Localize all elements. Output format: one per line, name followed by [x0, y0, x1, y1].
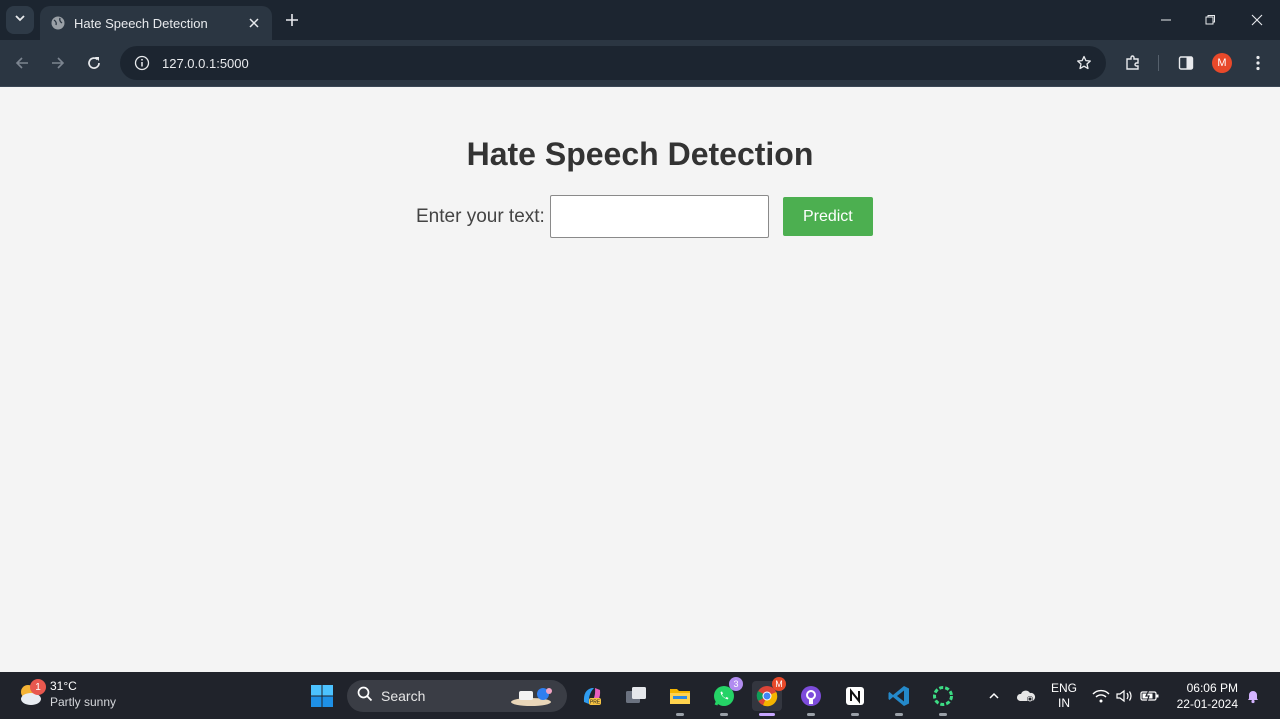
tab-strip: Hate Speech Detection: [0, 0, 1280, 40]
browser-tab-active[interactable]: Hate Speech Detection: [40, 6, 272, 40]
bookmark-star-icon[interactable]: [1074, 53, 1094, 73]
back-button[interactable]: [11, 52, 33, 74]
clock[interactable]: 06:06 PM 22-01-2024: [1170, 680, 1238, 712]
toolbar-divider: [1158, 55, 1159, 71]
more-menu-icon[interactable]: [1247, 52, 1269, 74]
language-code: ENG: [1050, 681, 1077, 695]
weather-temperature: 31°C: [50, 679, 77, 693]
prediction-form: Enter your text: Predict: [416, 195, 873, 238]
partly-sunny-icon: 1: [16, 679, 46, 708]
site-info-icon[interactable]: [132, 53, 152, 73]
windows-start-icon[interactable]: [310, 684, 334, 708]
active-indicator: [759, 713, 775, 716]
tab-search-button[interactable]: [6, 6, 34, 34]
onedrive-icon[interactable]: [1016, 686, 1036, 706]
file-explorer-icon[interactable]: [665, 681, 695, 716]
language-indicator[interactable]: ENG IN: [1048, 681, 1080, 711]
side-panel-icon[interactable]: [1175, 52, 1197, 74]
svg-text:PRE: PRE: [590, 700, 601, 706]
copilot-icon[interactable]: PRE: [577, 681, 607, 711]
chrome-icon[interactable]: M: [752, 677, 786, 716]
search-highlight-illustration: [509, 685, 557, 707]
page-content: Hate Speech Detection Enter your text: P…: [0, 88, 1280, 672]
whatsapp-badge: 3: [729, 677, 743, 691]
address-bar[interactable]: 127.0.0.1:5000: [120, 46, 1106, 80]
github-desktop-icon[interactable]: [796, 681, 826, 716]
restore-button[interactable]: [1198, 8, 1222, 32]
reload-button[interactable]: [83, 52, 105, 74]
search-label: Search: [381, 688, 426, 704]
search-icon: [357, 686, 373, 707]
battery-charging-icon[interactable]: [1140, 686, 1160, 706]
new-tab-button[interactable]: [282, 10, 302, 30]
close-tab-icon[interactable]: [246, 15, 262, 31]
notification-bell-icon[interactable]: [1243, 686, 1263, 706]
url-text: 127.0.0.1:5000: [162, 55, 249, 71]
show-hidden-icons-chevron-icon[interactable]: [984, 686, 1004, 706]
close-window-button[interactable]: [1245, 8, 1269, 32]
running-indicator: [939, 713, 947, 716]
vscode-icon[interactable]: [884, 681, 914, 716]
chevron-down-icon: [14, 11, 26, 29]
browser-toolbar: 127.0.0.1:5000 M: [0, 40, 1280, 87]
loading-app-icon[interactable]: [928, 681, 958, 716]
minimize-button[interactable]: [1154, 8, 1178, 32]
clock-date: 22-01-2024: [1176, 697, 1238, 711]
notion-icon[interactable]: [840, 681, 870, 716]
taskbar-search[interactable]: Search: [347, 680, 567, 712]
running-indicator: [895, 713, 903, 716]
globe-icon: [50, 15, 66, 31]
profile-avatar[interactable]: M: [1212, 53, 1232, 73]
weather-widget[interactable]: 1 31°C Partly sunny: [16, 678, 116, 710]
task-view-icon[interactable]: [621, 681, 651, 711]
running-indicator: [807, 713, 815, 716]
page-title: Hate Speech Detection: [466, 136, 814, 172]
forward-button[interactable]: [47, 52, 69, 74]
weather-badge: 1: [30, 679, 46, 695]
extensions-icon[interactable]: [1122, 52, 1144, 74]
text-input-label: Enter your text:: [416, 205, 545, 227]
running-indicator: [676, 713, 684, 716]
whatsapp-icon[interactable]: 3: [709, 677, 743, 716]
weather-condition: Partly sunny: [50, 695, 117, 709]
chrome-profile-badge: M: [772, 677, 786, 691]
region-code: IN: [1058, 696, 1070, 710]
volume-icon[interactable]: [1115, 686, 1135, 706]
running-indicator: [851, 713, 859, 716]
tab-title: Hate Speech Detection: [74, 15, 208, 31]
clock-time: 06:06 PM: [1186, 681, 1238, 695]
predict-button[interactable]: Predict: [782, 197, 873, 236]
wifi-icon[interactable]: [1091, 686, 1111, 706]
taskbar: 1 31°C Partly sunny Search PRE 3 M ENG I…: [0, 672, 1280, 719]
text-input[interactable]: [549, 195, 769, 238]
running-indicator: [720, 713, 728, 716]
